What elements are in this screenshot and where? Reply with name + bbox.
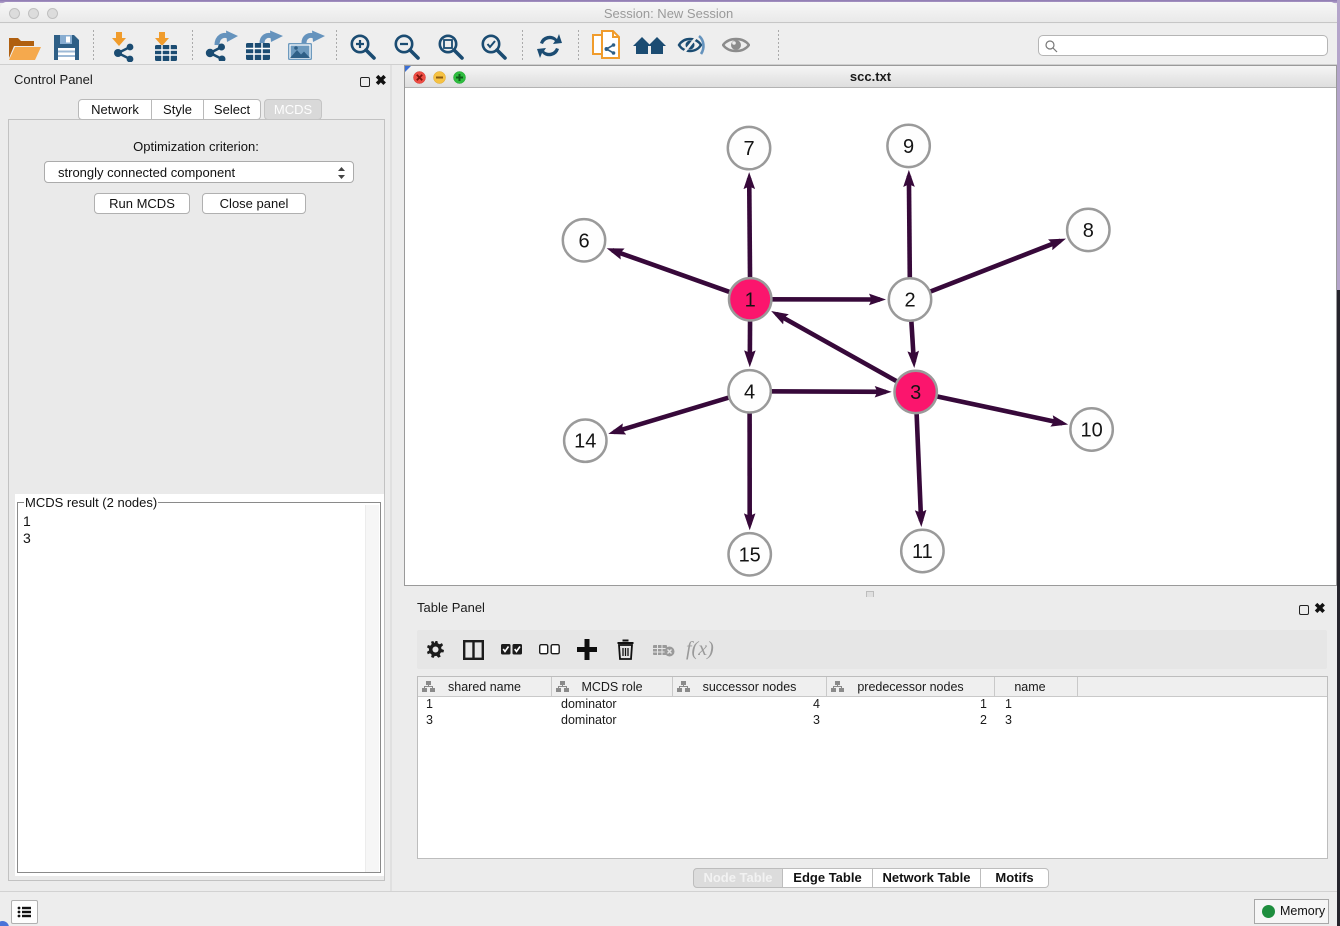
svg-text:14: 14 (574, 431, 596, 453)
svg-text:8: 8 (1083, 220, 1094, 242)
svg-text:1: 1 (745, 289, 756, 311)
svg-text:6: 6 (578, 230, 589, 252)
svg-text:4: 4 (744, 381, 755, 403)
svg-text:2: 2 (904, 290, 915, 312)
svg-text:7: 7 (743, 138, 754, 160)
svg-text:10: 10 (1080, 420, 1102, 442)
svg-text:3: 3 (910, 382, 921, 404)
svg-text:15: 15 (739, 544, 761, 566)
svg-text:11: 11 (912, 541, 933, 563)
svg-text:9: 9 (903, 136, 914, 158)
